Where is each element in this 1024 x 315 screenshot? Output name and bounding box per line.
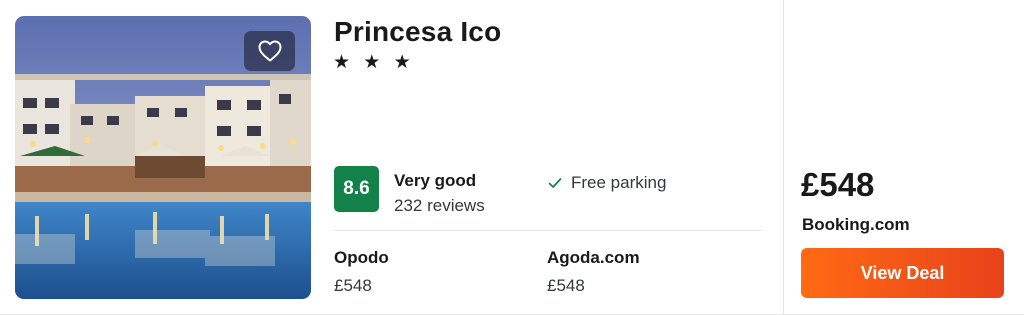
provider-name: Agoda.com — [547, 248, 640, 267]
hotel-result-card[interactable]: Princesa Ico ★ ★ ★ 8.6 Very good 232 rev… — [0, 0, 1024, 315]
heart-outline-icon — [258, 40, 281, 62]
star-rating: ★ ★ ★ — [333, 52, 415, 73]
favorite-button[interactable] — [244, 31, 295, 71]
column-separator — [783, 0, 784, 315]
provider-price: £548 — [334, 276, 372, 295]
provider-name: Opodo — [334, 248, 389, 267]
deal-price: £548 — [801, 166, 875, 203]
amenity-label: Free parking — [571, 173, 667, 192]
view-deal-button[interactable]: View Deal — [801, 248, 1004, 298]
hotel-name[interactable]: Princesa Ico — [334, 16, 501, 48]
provider-agoda[interactable]: Agoda.com £548 — [547, 248, 640, 296]
provider-opodo[interactable]: Opodo £548 — [334, 248, 389, 296]
rating-label: Very good — [394, 171, 477, 190]
deal-site-name: Booking.com — [802, 215, 910, 234]
check-icon — [548, 178, 562, 188]
provider-price: £548 — [547, 276, 585, 295]
review-count[interactable]: 232 reviews — [394, 196, 485, 216]
rating-score-badge: 8.6 — [334, 166, 379, 212]
amenity-free-parking: Free parking — [547, 173, 666, 193]
section-divider — [334, 230, 762, 231]
